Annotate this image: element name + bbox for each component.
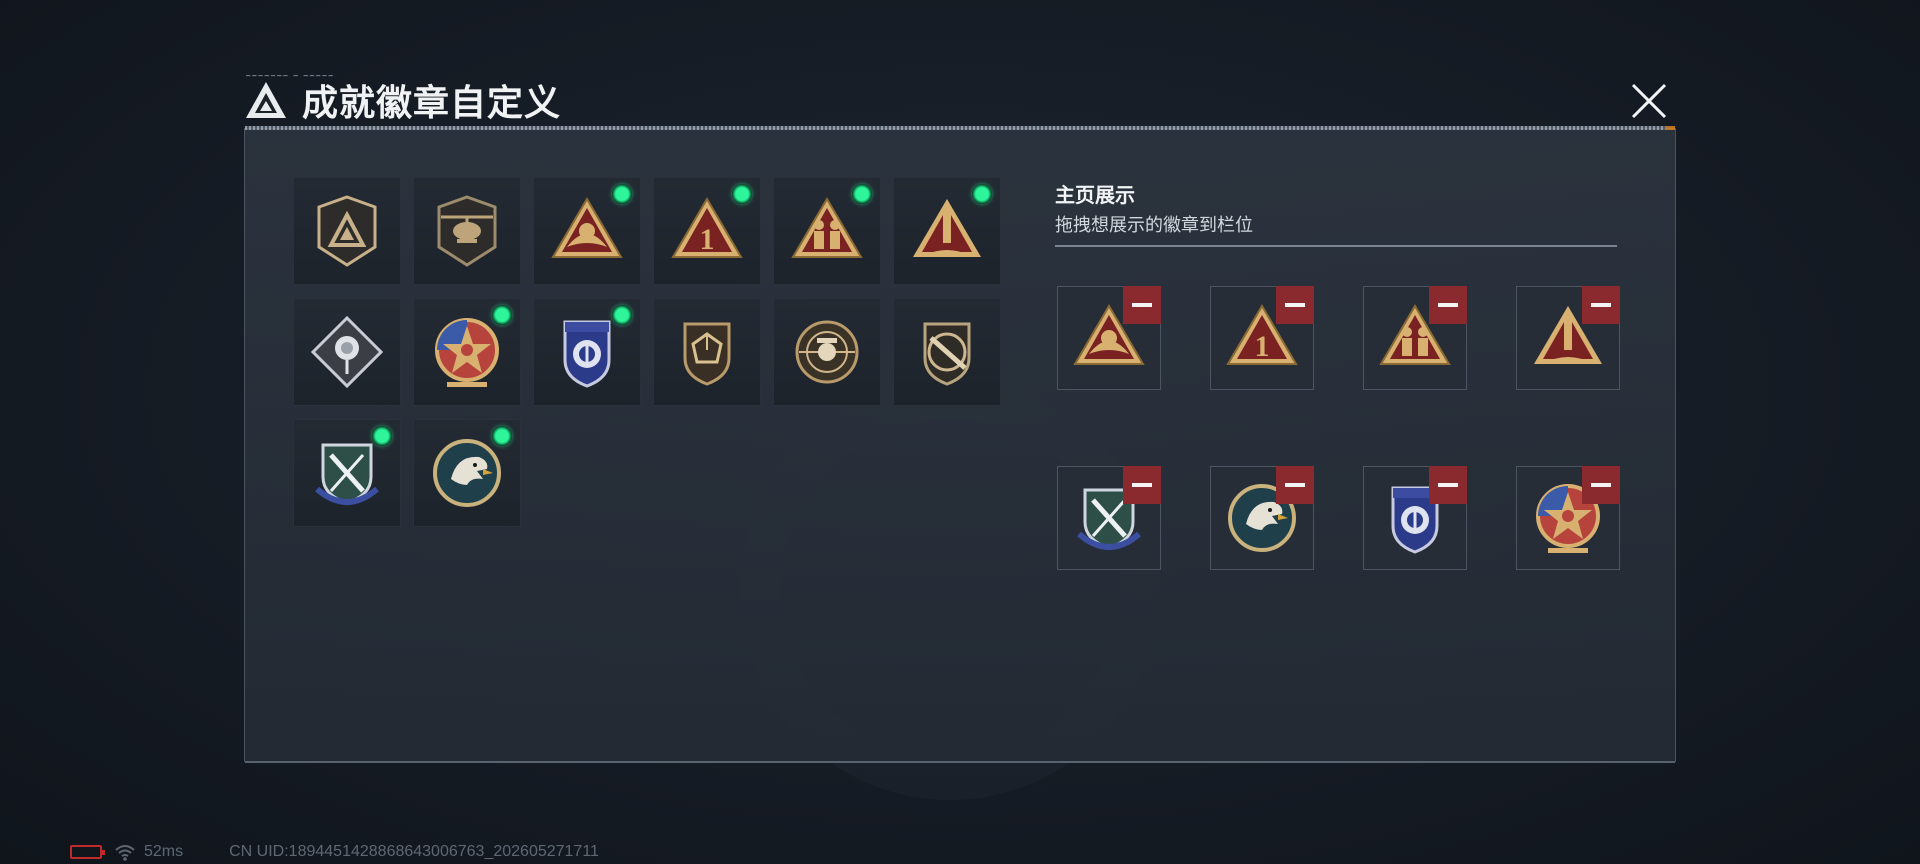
badge-item[interactable] bbox=[773, 298, 881, 406]
page-title: 成就徽章自定义 bbox=[302, 82, 562, 123]
minus-icon bbox=[1438, 483, 1458, 487]
helicopter-emblem-icon bbox=[437, 195, 497, 267]
badge-item[interactable] bbox=[533, 177, 641, 285]
minus-icon bbox=[1132, 483, 1152, 487]
close-button[interactable] bbox=[1628, 80, 1670, 122]
remove-badge-button[interactable] bbox=[1123, 286, 1161, 324]
triangle-number-one-icon: 1 bbox=[671, 197, 743, 258]
close-icon bbox=[1631, 83, 1667, 119]
triangle-logo-icon bbox=[246, 82, 286, 118]
battery-icon bbox=[70, 845, 105, 859]
remove-badge-button[interactable] bbox=[1582, 286, 1620, 324]
showcase-slot[interactable]: 1 bbox=[1210, 286, 1314, 390]
diamond-rose-emblem-icon bbox=[310, 315, 384, 389]
rifle-shield-emblem-icon bbox=[923, 322, 971, 386]
remove-badge-button[interactable] bbox=[1123, 466, 1161, 504]
remove-badge-button[interactable] bbox=[1429, 286, 1467, 324]
panel-bottom-border bbox=[245, 761, 1675, 763]
badge-item[interactable] bbox=[413, 298, 521, 406]
badge-item[interactable] bbox=[413, 419, 521, 527]
equipped-indicator bbox=[732, 184, 752, 204]
remove-badge-button[interactable] bbox=[1582, 466, 1620, 504]
badge-collection-grid: 1 bbox=[293, 177, 1001, 527]
badge-item[interactable] bbox=[653, 298, 761, 406]
minus-icon bbox=[1285, 483, 1305, 487]
d20-dice-shield-icon bbox=[683, 322, 731, 386]
badge-item[interactable] bbox=[893, 298, 1001, 406]
showcase-slot[interactable] bbox=[1363, 466, 1467, 570]
showcase-slot[interactable] bbox=[1516, 286, 1620, 390]
showcase-divider bbox=[1055, 245, 1617, 247]
badge-item[interactable] bbox=[533, 298, 641, 406]
wifi-icon bbox=[115, 845, 135, 861]
equipped-indicator bbox=[492, 426, 512, 446]
badge-item[interactable] bbox=[293, 177, 401, 285]
remove-badge-button[interactable] bbox=[1276, 466, 1314, 504]
badge-customize-panel: 1 主页展示 拖拽想展示的徽章到栏位 1 bbox=[244, 126, 1676, 763]
badge-item[interactable] bbox=[413, 177, 521, 285]
triangle-eagle-emblem-icon bbox=[551, 197, 623, 258]
equipped-indicator bbox=[852, 184, 872, 204]
equipped-indicator bbox=[972, 184, 992, 204]
triangle-soldiers-emblem-icon bbox=[791, 197, 863, 258]
uid-text: CN UID:1894451428868643006763_2026052717… bbox=[229, 843, 599, 860]
showcase-slot[interactable] bbox=[1516, 466, 1620, 570]
remove-badge-button[interactable] bbox=[1429, 466, 1467, 504]
minus-icon bbox=[1438, 303, 1458, 307]
shield-triangle-emblem-icon bbox=[317, 195, 377, 267]
minus-icon bbox=[1132, 303, 1152, 307]
showcase-slot[interactable] bbox=[1363, 286, 1467, 390]
equipped-indicator bbox=[372, 426, 392, 446]
triangle-rocket-emblem-icon bbox=[913, 199, 981, 257]
badge-item[interactable] bbox=[293, 298, 401, 406]
star-medallion-icon bbox=[435, 318, 499, 387]
minus-icon bbox=[1591, 303, 1611, 307]
showcase-slot-grid: 1 bbox=[1057, 286, 1620, 570]
panel-top-border bbox=[245, 126, 1675, 130]
window-title: 成就徽章自定义 bbox=[244, 72, 561, 128]
showcase-slot[interactable] bbox=[1057, 466, 1161, 570]
skull-crosshair-emblem-icon bbox=[795, 320, 859, 384]
svg-text:1: 1 bbox=[700, 223, 715, 256]
equipped-indicator bbox=[492, 305, 512, 325]
status-bar: 52ms CN UID:1894451428868643006763_20260… bbox=[70, 842, 599, 862]
ping-value: 52ms bbox=[144, 843, 184, 860]
showcase-slot[interactable] bbox=[1057, 286, 1161, 390]
badge-item[interactable] bbox=[893, 177, 1001, 285]
equipped-indicator bbox=[612, 305, 632, 325]
minus-icon bbox=[1591, 483, 1611, 487]
showcase-hint: 拖拽想展示的徽章到栏位 bbox=[1055, 215, 1253, 235]
blue-police-shield-icon bbox=[563, 320, 611, 388]
badge-item[interactable] bbox=[293, 419, 401, 527]
eagle-head-medallion-icon bbox=[433, 439, 501, 507]
showcase-slot[interactable] bbox=[1210, 466, 1314, 570]
badge-item[interactable] bbox=[773, 177, 881, 285]
green-crossed-sword-shield-icon bbox=[315, 443, 379, 505]
equipped-indicator bbox=[612, 184, 632, 204]
badge-item[interactable]: 1 bbox=[653, 177, 761, 285]
remove-badge-button[interactable] bbox=[1276, 286, 1314, 324]
svg-text:1: 1 bbox=[1255, 330, 1270, 363]
minus-icon bbox=[1285, 303, 1305, 307]
showcase-title: 主页展示 bbox=[1055, 185, 1135, 207]
